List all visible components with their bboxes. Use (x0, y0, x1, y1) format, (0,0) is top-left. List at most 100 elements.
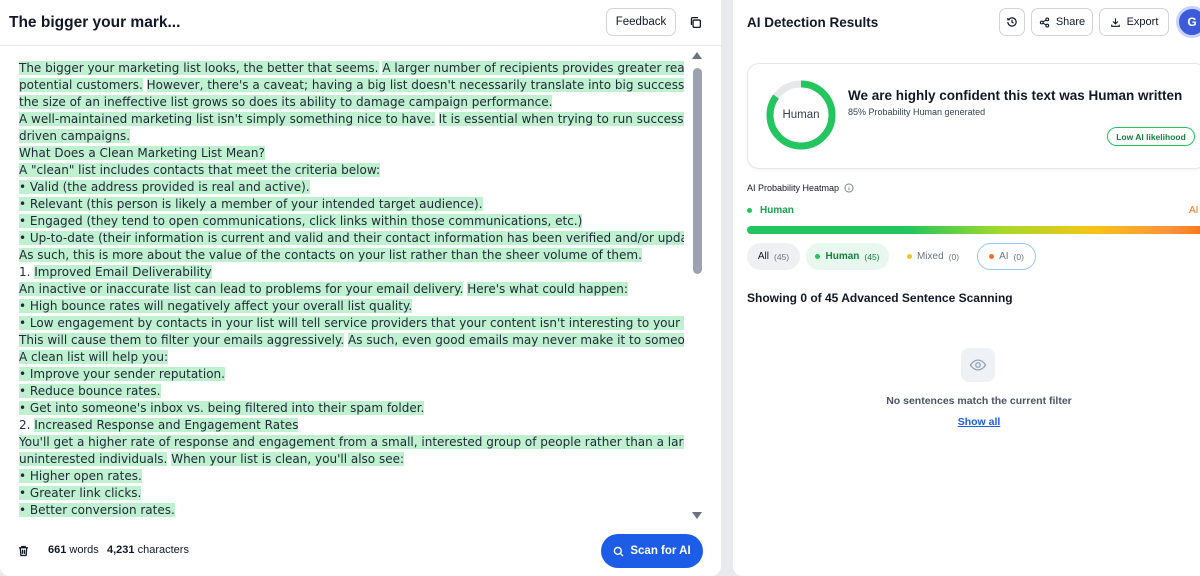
empty-state-icon-box (961, 348, 995, 382)
filter-all[interactable]: All (45) (747, 243, 800, 270)
human-sentence-highlight: The bigger your marketing list looks, th… (19, 61, 379, 75)
human-sentence-highlight: driven campaigns. (19, 129, 131, 143)
history-icon (1007, 17, 1017, 27)
text-line: • High bounce rates will negatively affe… (19, 298, 684, 315)
text-line: driven campaigns. (19, 128, 684, 145)
human-sentence-highlight: It is essential when trying to run succe… (438, 112, 684, 126)
human-sentence-highlight: • Greater link clicks. (19, 486, 142, 500)
text-line: 1. Improved Email Deliverability (19, 264, 684, 281)
text-line: A clean list will help you: (19, 349, 684, 366)
text-segment: 1. (19, 265, 35, 279)
document-title: The bigger your mark... (9, 14, 181, 31)
eye-icon (969, 359, 987, 371)
results-title: AI Detection Results (747, 15, 879, 30)
text-line: A "clean" list includes contacts that me… (19, 162, 684, 179)
trash-icon (19, 545, 28, 557)
character-count: 4,231 characters (107, 544, 189, 556)
text-line: potential customers. However, there's a … (19, 77, 684, 94)
human-sentence-highlight: uninterested individuals. (19, 452, 168, 466)
text-line: • Greater link clicks. (19, 485, 684, 502)
text-line: A well-maintained marketing list isn't s… (19, 111, 684, 128)
export-button[interactable]: Export (1099, 8, 1169, 36)
user-avatar[interactable]: G (1176, 6, 1200, 38)
text-line: uninterested individuals. When your list… (19, 451, 684, 468)
text-line: • Reduce bounce rates. (19, 383, 684, 400)
copy-icon (690, 16, 701, 28)
results-panel: AI Detection Results Share Export G Huma… (733, 0, 1200, 576)
scrollbar-thumb[interactable] (693, 68, 702, 274)
human-sentence-highlight: As such, this is more about the value of… (19, 248, 642, 262)
empty-state-text: No sentences match the current filter (886, 395, 1072, 407)
clear-text-button[interactable] (17, 544, 31, 560)
text-line: • Up-to-date (their information is curre… (19, 230, 684, 247)
human-sentence-highlight: • Improve your sender reputation. (19, 367, 225, 381)
probability-text: 85% Probability Human generated (848, 107, 986, 117)
human-sentence-highlight: An inactive or inaccurate list can lead … (19, 282, 464, 296)
heatmap-ai-label: AI (1189, 205, 1199, 216)
human-sentence-highlight: As such, even good emails may never make… (348, 333, 684, 347)
likelihood-badge: Low AI likelihood (1107, 127, 1195, 146)
human-sentence-highlight: potential customers. (19, 78, 143, 92)
human-sentence-highlight: • Higher open rates. (19, 469, 142, 483)
text-line: The bigger your marketing list looks, th… (19, 60, 684, 77)
filter-ai[interactable]: AI (0) (977, 243, 1036, 270)
mixed-dot-icon (906, 254, 912, 259)
human-sentence-highlight: • Low engagement by contacts in your lis… (19, 316, 684, 330)
human-sentence-highlight: • Engaged (they tend to open communicati… (19, 214, 583, 228)
text-line: What Does a Clean Marketing List Mean? (19, 145, 684, 162)
filter-human[interactable]: Human (45) (806, 243, 889, 270)
text-line: • Engaged (they tend to open communicati… (19, 213, 684, 230)
filter-mixed[interactable]: Mixed (0) (897, 243, 969, 270)
text-line: As such, this is more about the value of… (19, 247, 684, 264)
text-line: • Better conversion rates. (19, 502, 684, 519)
share-icon (1039, 16, 1049, 28)
ai-dot-icon (989, 254, 995, 259)
human-sentence-highlight: When your list is clean, you'll also see… (171, 452, 405, 466)
human-sentence-highlight: • Up-to-date (their information is curre… (19, 231, 684, 245)
text-segment: 2. (19, 418, 35, 432)
human-sentence-highlight: • Get into someone's inbox vs. being fil… (19, 401, 425, 415)
donut-label: Human (782, 109, 820, 121)
show-all-link[interactable]: Show all (733, 416, 1200, 428)
feedback-button[interactable]: Feedback (606, 8, 676, 36)
human-sentence-highlight: the size of an ineffective list grows so… (19, 95, 553, 109)
text-line: • Get into someone's inbox vs. being fil… (19, 400, 684, 417)
scroll-up-arrow[interactable] (692, 52, 702, 59)
text-line: • Low engagement by contacts in your lis… (19, 315, 684, 332)
text-line: • Improve your sender reputation. (19, 366, 684, 383)
human-sentence-highlight: Increased Response and Engagement Rates (34, 418, 299, 432)
download-icon (1110, 17, 1120, 27)
document-text[interactable]: The bigger your marketing list looks, th… (19, 60, 684, 528)
showing-count: Showing 0 of 45 Advanced Sentence Scanni… (747, 291, 1013, 305)
copy-button[interactable] (682, 8, 708, 36)
scroll-down-arrow[interactable] (692, 512, 702, 519)
human-sentence-highlight: • Better conversion rates. (19, 503, 175, 517)
text-line: • Valid (the address provided is real an… (19, 179, 684, 196)
editor-footer: 661 words 4,231 characters Scan for AI (0, 528, 721, 576)
human-sentence-highlight: A clean list will help you: (19, 350, 169, 364)
result-summary-card: Human We are highly confident this text … (747, 63, 1200, 169)
human-sentence-highlight: A larger number of recipients provides g… (382, 61, 684, 75)
text-line: • Higher open rates. (19, 468, 684, 485)
info-icon[interactable] (844, 183, 854, 193)
share-button[interactable]: Share (1031, 8, 1093, 36)
text-line: You'll get a higher rate of response and… (19, 434, 684, 451)
human-sentence-highlight: Here's what could happen: (467, 282, 628, 296)
human-sentence-highlight: This will cause them to filter your emai… (19, 333, 345, 347)
human-sentence-highlight: A "clean" list includes contacts that me… (19, 163, 381, 177)
text-line: the size of an ineffective list grows so… (19, 94, 684, 111)
human-sentence-highlight: What Does a Clean Marketing List Mean? (19, 146, 265, 160)
human-sentence-highlight: • Relevant (this person is likely a memb… (19, 197, 483, 211)
history-button[interactable] (999, 8, 1025, 36)
verdict-text: We are highly confident this text was Hu… (848, 88, 1183, 103)
human-sentence-highlight: • Valid (the address provided is real an… (19, 180, 310, 194)
human-sentence-highlight: However, there's a caveat; having a big … (146, 78, 684, 92)
text-line: 2. Increased Response and Engagement Rat… (19, 417, 684, 434)
heatmap-gradient-bar (747, 226, 1200, 234)
scan-for-ai-button[interactable]: Scan for AI (601, 534, 703, 568)
text-line: An inactive or inaccurate list can lead … (19, 281, 684, 298)
heatmap-human-label: Human (747, 205, 794, 216)
word-count: 661 words (48, 544, 99, 556)
human-dot-icon (747, 208, 752, 213)
search-icon (614, 546, 624, 556)
